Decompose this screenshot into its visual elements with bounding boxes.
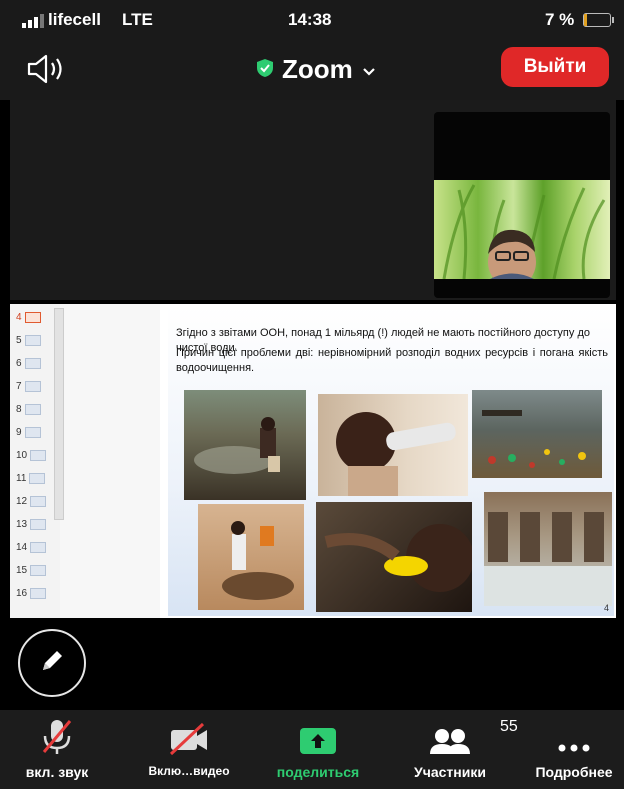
slide-thumbnail[interactable]: 9 <box>16 427 41 438</box>
network-label: LTE <box>122 10 153 29</box>
slide-thumbnail-number: 13 <box>16 519 28 530</box>
slide-thumbnail-number: 11 <box>16 473 27 484</box>
slide-thumbnail-list: 4 5 6 7 8 9 10 11 12 13 14 15 16 <box>10 304 60 618</box>
carrier-label: lifecell <box>48 10 101 29</box>
annotate-button[interactable] <box>18 629 86 697</box>
pencil-icon <box>37 646 67 681</box>
participants-label: Участники <box>414 764 486 780</box>
more-label: Подробнее <box>535 764 613 780</box>
slide-thumbnail-number: 4 <box>16 312 22 323</box>
slide-thumbnail-number: 16 <box>16 588 28 599</box>
slide-thumbnail[interactable]: 13 <box>16 519 47 530</box>
meeting-title: Zoom <box>282 54 353 84</box>
slide-thumbnail-number: 8 <box>16 404 22 415</box>
slide-thumbnail[interactable]: 11 <box>16 473 46 484</box>
slide-thumbnail[interactable]: 10 <box>16 450 47 461</box>
presentation-slide: Згідно з звітами ООН, понад 1 мільярд (!… <box>168 306 614 616</box>
battery-percent: 7 % <box>545 10 575 29</box>
participant-video-feed <box>434 180 610 279</box>
slide-thumbnail[interactable]: 6 <box>16 358 41 369</box>
chevron-down-icon <box>361 54 377 85</box>
meeting-header: Zoom Выйти <box>0 40 624 100</box>
video-off-icon <box>167 710 211 756</box>
slide-thumbnail-preview <box>29 473 46 484</box>
slide-thumbnail-preview <box>24 335 41 346</box>
shield-check-icon <box>256 54 274 85</box>
participants-count: 55 <box>500 718 518 735</box>
unmute-button[interactable]: вкл. звук <box>12 710 102 789</box>
slide-text-line2: Причин цієї проблеми дві: нерівномірний … <box>176 347 608 374</box>
slide-thumbnail-preview <box>30 588 47 599</box>
clock: 14:38 <box>288 10 332 29</box>
signal-icon <box>22 14 44 28</box>
meeting-toolbar: вкл. звук Вклю…видео поделиться 55 Участ… <box>0 710 624 789</box>
thumbnail-scroll-area <box>54 304 160 618</box>
share-label: поделиться <box>276 764 360 780</box>
slide-photo-water-treatment <box>484 492 612 606</box>
slide-thumbnail[interactable]: 5 <box>16 335 41 346</box>
meeting-title-dropdown[interactable]: Zoom <box>256 54 377 85</box>
slide-photo-cup-water <box>316 502 472 612</box>
battery-icon <box>583 13 614 27</box>
slide-thumbnail-number: 14 <box>16 542 28 553</box>
slide-page-number: 4 <box>604 603 610 613</box>
slide-photo-polluted-water <box>472 390 602 478</box>
more-dots-icon <box>554 710 594 756</box>
slide-thumbnail-preview <box>24 312 41 323</box>
slide-thumbnail-number: 15 <box>16 565 28 576</box>
slide-thumbnail-number: 10 <box>16 450 28 461</box>
slide-photo-river <box>184 390 306 500</box>
slide-thumbnail-number: 12 <box>16 496 28 507</box>
slide-thumbnail-preview <box>24 404 41 415</box>
participants-icon: 55 <box>428 710 518 756</box>
slide-thumbnail-preview <box>30 565 47 576</box>
start-video-label: Вклю…видео <box>148 764 230 778</box>
share-arrow-icon <box>300 710 336 756</box>
slide-thumbnail-number: 6 <box>16 358 22 369</box>
slide-thumbnail-preview <box>30 519 47 530</box>
slide-thumbnail-preview <box>30 450 47 461</box>
slide-thumbnail-preview <box>24 427 41 438</box>
slide-thumbnail-preview <box>30 542 47 553</box>
unmute-label: вкл. звук <box>25 764 89 780</box>
slide-thumbnail[interactable]: 12 <box>16 496 47 507</box>
slide-thumbnail[interactable]: 14 <box>16 542 47 553</box>
slide-thumbnail[interactable]: 15 <box>16 565 47 576</box>
slide-thumbnail-preview <box>24 381 41 392</box>
share-button[interactable]: поделиться <box>266 710 370 789</box>
slide-thumbnail-number: 9 <box>16 427 22 438</box>
start-video-button[interactable]: Вклю…видео <box>134 710 244 789</box>
slide-thumbnail[interactable]: 4 <box>16 312 41 323</box>
speaker-icon[interactable] <box>26 54 68 89</box>
participants-button[interactable]: 55 Участники <box>398 710 518 789</box>
mic-off-icon <box>40 710 74 756</box>
slide-photo-well <box>198 504 304 610</box>
more-button[interactable]: Подробнее <box>524 710 624 789</box>
slide-thumbnail[interactable]: 16 <box>16 588 47 599</box>
slide-thumbnail-preview <box>24 358 41 369</box>
slide-thumbnail-number: 5 <box>16 335 22 346</box>
slide-thumbnail-number: 7 <box>16 381 22 392</box>
slide-thumbnail[interactable]: 7 <box>16 381 41 392</box>
leave-meeting-button[interactable]: Выйти <box>501 47 609 87</box>
status-bar: lifecell LTE 14:38 7 % <box>0 0 624 40</box>
slide-thumbnail-preview <box>30 496 47 507</box>
slide-photo-child-drinking <box>318 394 468 496</box>
slide-thumbnail[interactable]: 8 <box>16 404 41 415</box>
